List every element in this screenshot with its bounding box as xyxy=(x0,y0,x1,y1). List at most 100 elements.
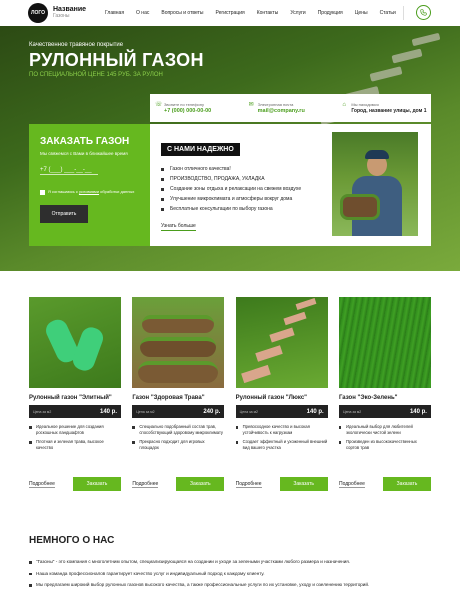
contact-label: Электронная почта xyxy=(257,102,294,107)
price-unit: Цена за м2 xyxy=(239,409,258,414)
feature-item: Специально подобранный состав трав, спос… xyxy=(132,424,224,436)
stepping-stone xyxy=(411,32,441,47)
agreement-text-end: обработки данных xyxy=(99,189,135,194)
contact-phone: Звоните по телефону +7 (000) 000-00-00 ☏ xyxy=(150,101,244,115)
brand-name: Название xyxy=(53,6,87,13)
product-image[interactable] xyxy=(338,297,431,388)
product-card: Рулонный газон "Люкс" Цена за м2 140 р. П… xyxy=(235,297,328,491)
feature-list: Специально подобранный состав трав, спос… xyxy=(132,424,224,451)
product-name: Рулонный газон "Люкс" xyxy=(235,395,308,401)
price-bar: Цена за м2 140 р. xyxy=(338,405,431,418)
product-name: Рулонный газон "Элитный" xyxy=(29,395,112,401)
order-form: ЗАКАЗАТЬ ГАЗОН Мы свяжемся с Вами в ближ… xyxy=(29,124,150,246)
about-item: "Газоны" - это компания с многолетним оп… xyxy=(29,559,431,566)
order-button[interactable]: Заказать xyxy=(176,477,225,491)
feature-item: Идеальное решение для создания роскошных… xyxy=(29,424,121,436)
order-button[interactable]: Заказать xyxy=(73,477,121,491)
order-button[interactable]: Заказать xyxy=(279,477,328,491)
order-button[interactable]: Заказать xyxy=(382,477,431,491)
product-grid: Рулонный газон "Элитный" Цена за м2 140 р… xyxy=(29,297,431,491)
contact-label: Звоните по телефону xyxy=(164,102,204,107)
stepping-stone xyxy=(369,66,403,82)
agreement-checkbox[interactable] xyxy=(40,190,45,195)
price: 140 р. xyxy=(409,408,427,415)
reliable-block: С НАМИ НАДЕЖНО Газон отличного качества!… xyxy=(150,124,431,246)
hero-title: РУЛОННЫЙ ГАЗОН xyxy=(29,50,204,70)
product-image[interactable] xyxy=(29,297,121,388)
price: 240 р. xyxy=(203,408,221,415)
worker-photo xyxy=(332,132,418,236)
agreement-text: Я соглашаюсь с xyxy=(48,189,79,194)
price-bar: Цена за м2 140 р. xyxy=(235,405,328,418)
nav-item-contacts[interactable]: Контакты xyxy=(257,10,279,16)
price-unit: Цена за м2 xyxy=(33,409,52,414)
price-bar: Цена за м2 240 р. xyxy=(132,405,225,418)
contact-value[interactable]: +7 (000) 000-00-00 xyxy=(156,108,244,115)
price: 140 р. xyxy=(306,408,324,415)
price-unit: Цена за м2 xyxy=(342,409,362,414)
nav-item-articles[interactable]: Статьи xyxy=(380,10,396,16)
brand-subtitle: Газоны xyxy=(53,13,70,19)
nav-item-home[interactable]: Главная xyxy=(105,10,124,16)
stepping-stone xyxy=(391,48,423,64)
logo[interactable]: ЛОГО xyxy=(28,3,48,23)
more-link[interactable]: Подробнее xyxy=(338,481,365,488)
feature-item: Плотная и зеленая трава, высокое качеств… xyxy=(29,439,121,451)
about-item: Наша команда профессионалов гарантирует … xyxy=(29,571,431,578)
contact-value[interactable]: mail@company.ru xyxy=(250,108,338,115)
feature-item: Произведен из высококачественных сортов … xyxy=(338,439,431,451)
feature-item: Превосходное качество и высокая устойчив… xyxy=(235,424,328,436)
brand: Название Газоны xyxy=(53,6,86,20)
mail-icon: ✉ xyxy=(248,102,254,108)
product-card: Рулонный газон "Элитный" Цена за м2 140 р… xyxy=(29,297,121,491)
nav-item-services[interactable]: Услуги xyxy=(290,10,305,16)
product-image[interactable] xyxy=(235,297,328,388)
agreement: Я соглашаюсь с условиями обработки данны… xyxy=(40,189,139,195)
price: 140 р. xyxy=(99,408,117,415)
price-unit: Цена за м2 xyxy=(136,409,155,414)
phone-input[interactable]: +7 (___) ___-__-__ xyxy=(40,167,98,175)
product-card: Газон "Здоровая Трава" Цена за м2 240 р. … xyxy=(132,297,225,491)
feature-list: Идеальное решение для создания роскошных… xyxy=(29,424,121,451)
contact-label: Мы находимся xyxy=(351,102,379,107)
hero-tagline: Качественное травяное покрытие xyxy=(29,42,124,48)
hero-subtitle: ПО СПЕЦИАЛЬНОЙ ЦЕНЕ 145 РУБ. ЗА РУЛОН xyxy=(29,72,163,78)
learn-more-link[interactable]: Узнать больше xyxy=(161,223,196,231)
site-header: ЛОГО Название Газоны Главная О нас Вопро… xyxy=(0,0,460,26)
about-section: НЕМНОГО О НАС "Газоны" - это компания с … xyxy=(29,535,431,589)
product-card: Газон "Эко-Зелень" Цена за м2 140 р. Идеа… xyxy=(338,297,431,491)
nav-item-faq[interactable]: Вопросы и ответы xyxy=(161,10,203,16)
nav-item-register[interactable]: Регистрация xyxy=(215,10,244,16)
phone-icon: ☏ xyxy=(155,102,163,108)
more-link[interactable]: Подробнее xyxy=(235,481,262,488)
phone-icon xyxy=(420,9,427,16)
nav-item-products[interactable]: Продукция xyxy=(318,10,343,16)
feature-item: Идеальный выбор для любителей экологичес… xyxy=(338,424,431,436)
agreement-link[interactable]: условиями xyxy=(79,189,99,194)
product-name: Газон "Эко-Зелень" xyxy=(338,395,398,401)
feature-list: Идеальный выбор для любителей экологичес… xyxy=(338,424,431,451)
more-link[interactable]: Подробнее xyxy=(132,481,159,488)
feature-list: Превосходное качество и высокая устойчив… xyxy=(235,424,328,451)
submit-button[interactable]: Отправить xyxy=(40,205,88,223)
main-nav: Главная О нас Вопросы и ответы Регистрац… xyxy=(105,10,408,16)
order-description: Мы свяжемся с Вами в ближайшее время xyxy=(40,151,128,156)
header-divider xyxy=(403,6,404,20)
phone-button[interactable] xyxy=(416,5,431,20)
nav-item-prices[interactable]: Цены xyxy=(355,10,368,16)
feature-item: Создает эффектный и ухоженный внешний ви… xyxy=(235,439,328,451)
reliable-badge: С НАМИ НАДЕЖНО xyxy=(161,143,240,156)
more-link[interactable]: Подробнее xyxy=(29,481,55,488)
price-bar: Цена за м2 140 р. xyxy=(29,405,121,418)
product-image[interactable] xyxy=(132,297,225,388)
about-title: НЕМНОГО О НАС xyxy=(29,535,115,546)
order-title: ЗАКАЗАТЬ ГАЗОН xyxy=(40,136,130,147)
contact-address: Мы находимся Город, название улицы, дом … xyxy=(337,101,431,115)
nav-item-about[interactable]: О нас xyxy=(136,10,149,16)
about-item: Мы предлагаем широкий выбор рулонных газ… xyxy=(29,582,431,589)
contact-value: Город, название улицы, дом 1 xyxy=(351,108,427,114)
contact-email: Электронная почта mail@company.ru ✉ xyxy=(244,101,338,115)
contact-strip: Звоните по телефону +7 (000) 000-00-00 ☏… xyxy=(150,94,431,122)
feature-item: Прекрасно подходит для игровых площадок xyxy=(132,439,224,451)
location-icon: ⌂ xyxy=(342,102,346,108)
